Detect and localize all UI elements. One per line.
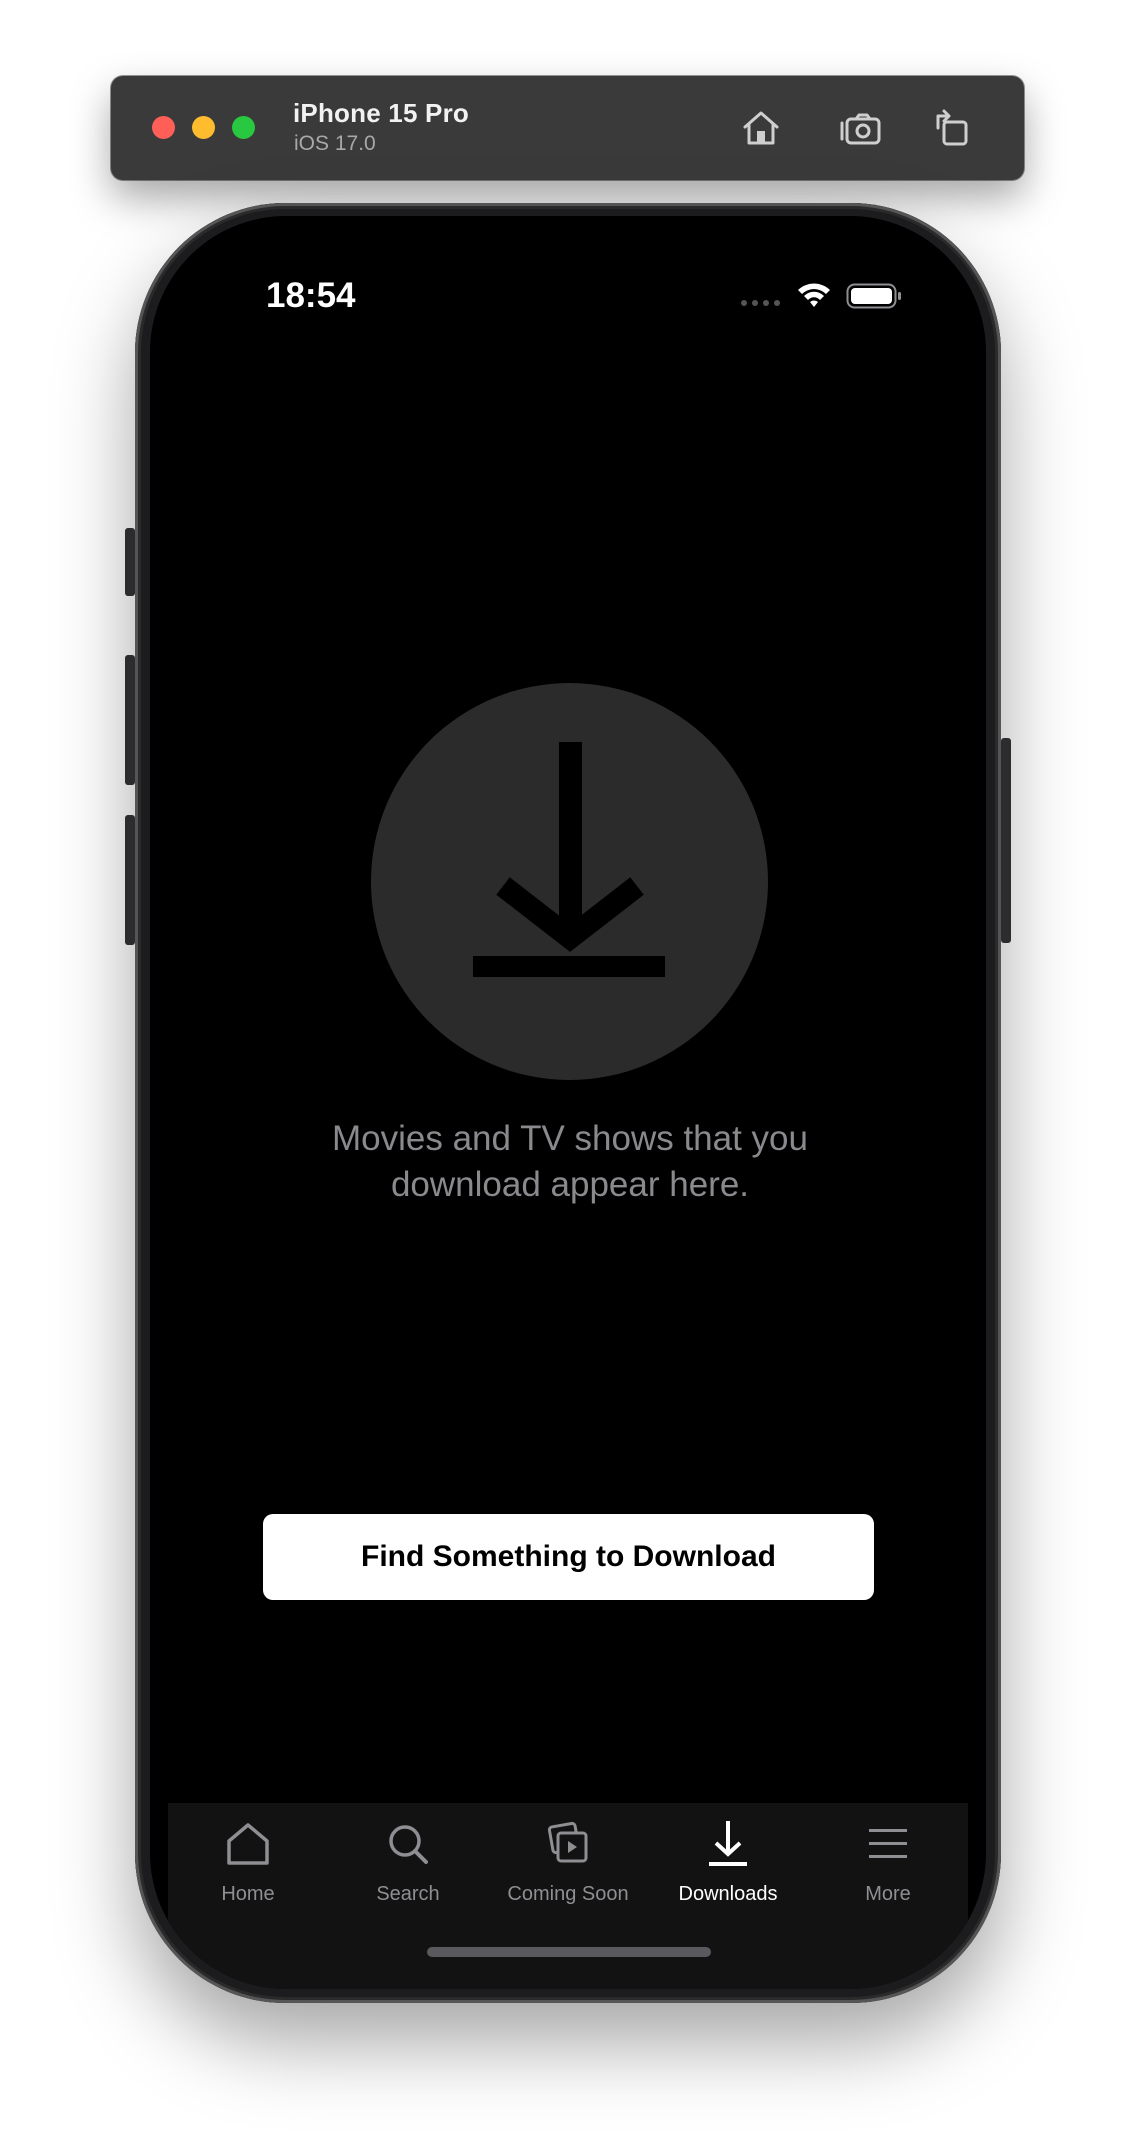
wifi-icon (798, 283, 830, 307)
zoom-window-button[interactable] (232, 116, 255, 139)
download-icon (709, 1821, 747, 1866)
screenshot-icon (840, 113, 881, 145)
find-something-to-download-button[interactable]: Find Something to Download (263, 1514, 874, 1600)
tab-more[interactable]: More (808, 1803, 968, 1923)
volume-down-button[interactable] (125, 815, 135, 945)
signal-icon (741, 300, 780, 306)
home-indicator[interactable] (427, 1947, 711, 1957)
rotate-icon (936, 109, 968, 146)
simulator-window: iPhone 15 Pro iOS 17.0 18:54 Movies and … (0, 0, 1136, 2156)
home-icon (743, 111, 779, 145)
action-button[interactable] (125, 528, 135, 596)
simulator-toolbar: iPhone 15 Pro iOS 17.0 (111, 76, 1024, 180)
volume-up-button[interactable] (125, 655, 135, 785)
coming-soon-icon (547, 1821, 588, 1863)
tab-coming-soon[interactable]: Coming Soon (488, 1803, 648, 1923)
search-icon (389, 1825, 428, 1864)
battery-icon (846, 283, 901, 309)
tab-search[interactable]: Search (328, 1803, 488, 1923)
tab-label: Downloads (678, 1883, 778, 1905)
tab-label: Coming Soon (507, 1883, 629, 1905)
menu-icon (869, 1829, 907, 1858)
tab-label: Home (221, 1883, 275, 1905)
app-screen: 18:54 Movies and TV shows that you downl… (150, 216, 986, 1989)
empty-state-illustration (371, 683, 768, 1080)
os-version: iOS 17.0 (294, 132, 376, 155)
rotate-button[interactable] (928, 104, 976, 152)
home-button[interactable] (737, 104, 785, 152)
empty-state-message: Movies and TV shows that you download ap… (332, 1119, 808, 1204)
tab-home[interactable]: Home (168, 1803, 328, 1923)
device-name: iPhone 15 Pro (293, 98, 469, 128)
tab-label: More (865, 1883, 911, 1905)
home-icon (227, 1823, 269, 1865)
status-time: 18:54 (266, 276, 356, 315)
download-icon (473, 742, 665, 977)
screenshot-button[interactable] (837, 104, 885, 152)
tab-bar: Home Search Coming Soon Downloads More (168, 1803, 968, 1989)
minimize-window-button[interactable] (192, 116, 215, 139)
power-button[interactable] (1001, 738, 1011, 943)
close-window-button[interactable] (152, 116, 175, 139)
tab-label: Search (376, 1883, 440, 1905)
tab-downloads[interactable]: Downloads (648, 1803, 808, 1923)
